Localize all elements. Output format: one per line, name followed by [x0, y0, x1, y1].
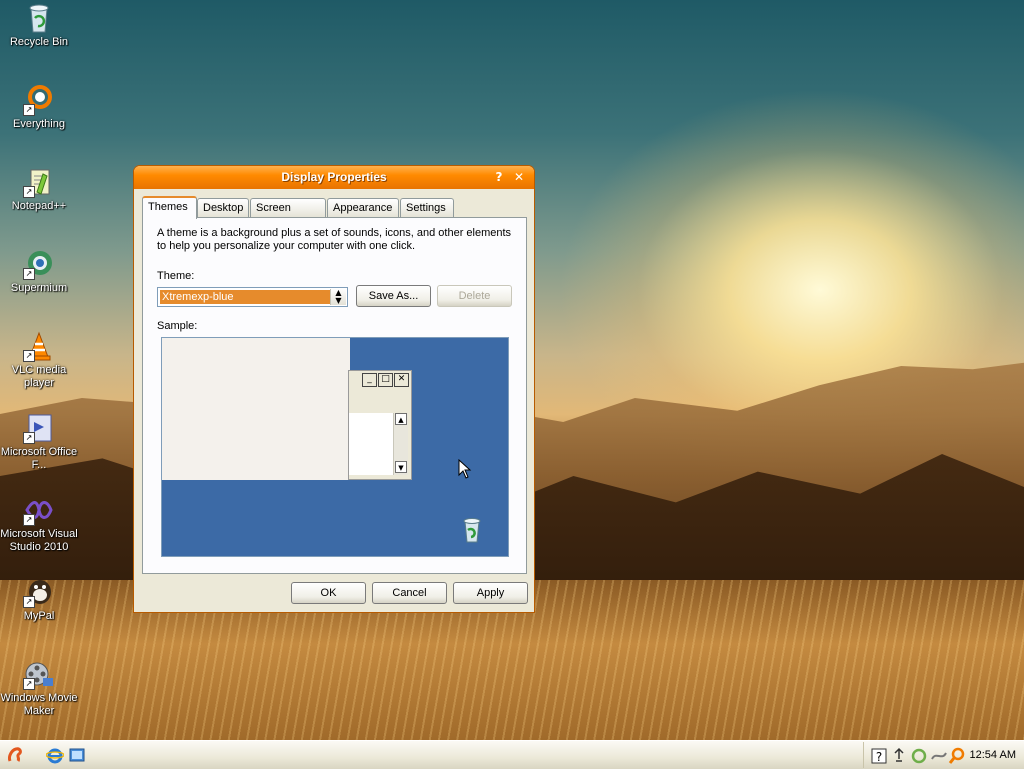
- mypal-browser-icon: ↗: [23, 576, 55, 608]
- display-properties-window: Display Properties ? ✕ Themes Desktop Sc…: [133, 165, 535, 613]
- desktop-icon-supermium[interactable]: ↗ Supermium: [0, 248, 78, 295]
- desktop-icon-recycle-bin[interactable]: Recycle Bin: [0, 2, 78, 49]
- save-as-button[interactable]: Save As...: [356, 285, 431, 307]
- office-frontpage-icon: ↗: [23, 412, 55, 444]
- sample-scrollbar: ▲ ▼: [393, 413, 408, 475]
- title-bar[interactable]: Display Properties ? ✕: [134, 166, 534, 189]
- sample-window-back: [162, 338, 350, 480]
- everything-search-icon: ↗: [23, 84, 55, 116]
- desktop-icon-everything[interactable]: ↗ Everything: [0, 84, 78, 131]
- theme-dropdown[interactable]: Xtremexp-blue ▲ ▼: [157, 287, 348, 307]
- desktop-icon-label: Microsoft Office F...: [0, 446, 78, 471]
- apply-button[interactable]: Apply: [453, 582, 528, 604]
- recycle-bin-icon: [23, 2, 55, 34]
- desktop-icon-label: Supermium: [10, 282, 68, 294]
- theme-sample-preview: _ □ ✕ ▲ ▼: [161, 337, 509, 557]
- shortcut-arrow-icon: ↗: [23, 268, 35, 280]
- desktop-icon-label: Recycle Bin: [9, 36, 69, 48]
- desktop-icon-notepad-plus-plus[interactable]: ↗ Notepad++: [0, 166, 78, 213]
- show-desktop-icon: [69, 748, 85, 762]
- desktop-icon-office-frontpage[interactable]: ↗ Microsoft Office F...: [0, 412, 78, 472]
- scroll-up-icon: ▲: [395, 413, 407, 425]
- help-icon: ?: [495, 170, 503, 184]
- tray-help-icon[interactable]: ?: [870, 747, 888, 765]
- tab-screen-saver[interactable]: Screen Saver: [250, 198, 326, 232]
- tray-sync-icon[interactable]: [910, 747, 928, 765]
- minimize-icon: _: [362, 373, 377, 387]
- sample-window-controls: _ □ ✕: [361, 373, 409, 387]
- theme-label: Theme:: [157, 270, 195, 282]
- help-button[interactable]: ?: [490, 169, 508, 185]
- desktop-icon-movie-maker[interactable]: ↗ Windows Movie Maker: [0, 658, 78, 718]
- visual-studio-icon: ↗: [23, 494, 55, 526]
- tab-label: Themes: [148, 201, 188, 213]
- tab-appearance[interactable]: Appearance: [327, 198, 399, 217]
- sample-window-front: _ □ ✕ ▲ ▼: [348, 370, 412, 480]
- close-button[interactable]: ✕: [510, 169, 528, 185]
- shortcut-arrow-icon: ↗: [23, 104, 35, 116]
- spin-arrows-icon[interactable]: ▲ ▼: [330, 289, 346, 305]
- tab-themes[interactable]: Themes: [142, 196, 197, 219]
- cancel-button[interactable]: Cancel: [372, 582, 447, 604]
- window-title: Display Properties: [281, 170, 387, 184]
- close-icon: ✕: [513, 170, 525, 184]
- shortcut-arrow-icon: ↗: [23, 186, 35, 198]
- desktop-icon-label: VLC media player: [11, 364, 67, 389]
- movie-maker-icon: ↗: [23, 658, 55, 690]
- system-tray: ? 12:54 AM: [863, 742, 1024, 768]
- close-icon: ✕: [394, 373, 409, 387]
- theme-description: A theme is a background plus a set of so…: [157, 227, 512, 252]
- desktop-icon-label: Microsoft Visual Studio 2010: [0, 528, 78, 553]
- notepad-plus-plus-icon: ↗: [23, 166, 55, 198]
- maximize-icon: □: [378, 373, 393, 387]
- shortcut-arrow-icon: ↗: [23, 678, 35, 690]
- start-button[interactable]: [6, 746, 24, 764]
- themes-panel: A theme is a background plus a set of so…: [142, 217, 527, 574]
- taskbar: ? 12:54 AM: [0, 740, 1024, 769]
- sample-label: Sample:: [157, 320, 198, 332]
- svg-text:?: ?: [876, 750, 882, 764]
- ok-button[interactable]: OK: [291, 582, 366, 604]
- desktop-icon-label: Everything: [13, 118, 65, 130]
- taskbar-clock[interactable]: 12:54 AM: [970, 749, 1016, 761]
- tab-settings[interactable]: Settings: [400, 198, 454, 217]
- tray-network-icon[interactable]: [890, 747, 908, 765]
- tab-label: Appearance: [333, 202, 393, 214]
- shortcut-arrow-icon: ↗: [23, 514, 35, 526]
- desktop-icon-label: Windows Movie Maker: [0, 692, 78, 717]
- gecko-start-icon: [8, 747, 22, 762]
- recycle-bin-icon: [458, 516, 486, 544]
- theme-dropdown-value: Xtremexp-blue: [160, 290, 330, 304]
- tab-label: Settings: [406, 202, 446, 214]
- sample-window-content: [349, 413, 393, 475]
- mouse-cursor-icon: [458, 458, 472, 482]
- tray-search-icon[interactable]: [948, 747, 966, 765]
- desktop-icon-vlc[interactable]: ↗ VLC media player: [0, 330, 78, 390]
- internet-explorer-icon: [45, 748, 65, 764]
- tab-desktop[interactable]: Desktop: [197, 198, 249, 217]
- tray-cable-icon[interactable]: [930, 747, 948, 765]
- desktop-icon-mypal[interactable]: ↗ MyPal: [0, 576, 78, 623]
- delete-button: Delete: [437, 285, 512, 307]
- shortcut-arrow-icon: ↗: [23, 596, 35, 608]
- quick-launch-internet-explorer[interactable]: [45, 746, 65, 764]
- scroll-down-icon: ▼: [395, 461, 407, 473]
- desktop-icon-label: MyPal: [23, 610, 55, 622]
- desktop-icon-label: Notepad++: [11, 200, 67, 212]
- shortcut-arrow-icon: ↗: [23, 432, 35, 444]
- quick-launch-show-desktop[interactable]: [68, 746, 86, 764]
- tab-label: Desktop: [203, 202, 244, 214]
- supermium-browser-icon: ↗: [23, 248, 55, 280]
- vlc-cone-icon: ↗: [23, 330, 55, 362]
- desktop-icon-visual-studio[interactable]: ↗ Microsoft Visual Studio 2010: [0, 494, 78, 554]
- shortcut-arrow-icon: ↗: [23, 350, 35, 362]
